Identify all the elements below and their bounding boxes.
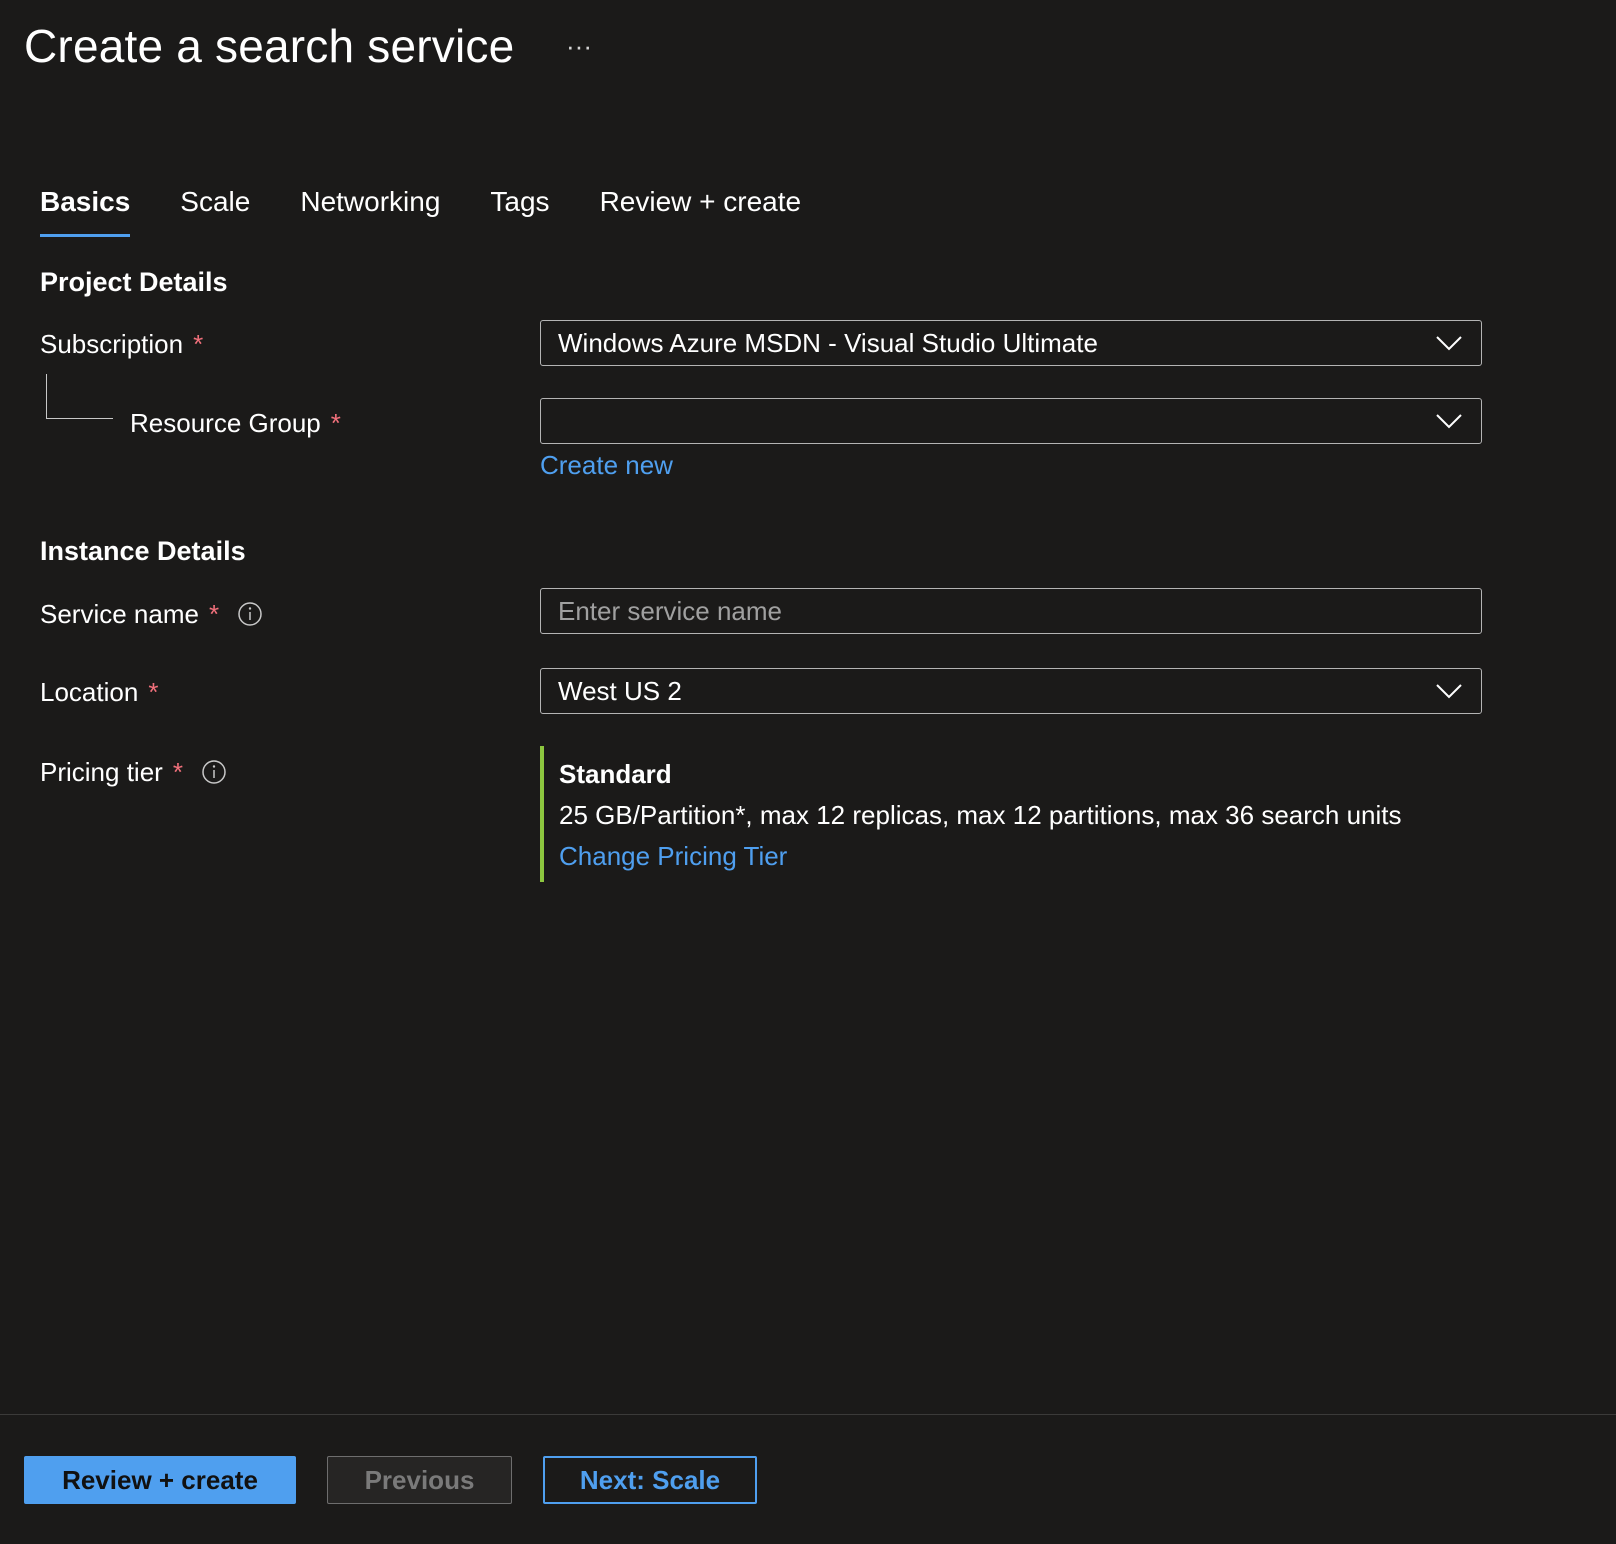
pricing-tier-description: 25 GB/Partition*, max 12 replicas, max 1… [559, 800, 1402, 830]
resource-group-dropdown[interactable] [540, 398, 1482, 444]
page-title: Create a search service [24, 20, 515, 72]
pricing-tier-name: Standard [559, 759, 672, 789]
chevron-down-icon [1436, 684, 1462, 699]
tab-tags[interactable]: Tags [490, 180, 549, 240]
create-new-resource-group-link[interactable]: Create new [540, 447, 673, 483]
service-name-label: Service name * [40, 596, 263, 632]
subscription-dropdown[interactable]: Windows Azure MSDN - Visual Studio Ultim… [540, 320, 1482, 366]
pricing-tier-label-text: Pricing tier [40, 757, 163, 787]
footer-divider [0, 1414, 1616, 1415]
more-options-icon[interactable]: ··· [566, 26, 592, 66]
subscription-label: Subscription * [40, 326, 203, 362]
previous-button[interactable]: Previous [327, 1456, 512, 1504]
tab-networking[interactable]: Networking [300, 180, 440, 240]
chevron-down-icon [1436, 414, 1462, 429]
info-icon[interactable] [201, 759, 227, 785]
project-details-heading: Project Details [40, 267, 228, 297]
tab-scale[interactable]: Scale [180, 180, 250, 240]
resource-group-label: Resource Group * [130, 405, 341, 441]
change-pricing-tier-link[interactable]: Change Pricing Tier [559, 838, 1402, 874]
review-create-button[interactable]: Review + create [24, 1456, 296, 1504]
required-marker: * [148, 677, 159, 707]
required-marker: * [330, 408, 341, 438]
subscription-label-text: Subscription [40, 329, 184, 359]
location-label: Location * [40, 674, 158, 710]
service-name-label-text: Service name [40, 599, 199, 629]
next-scale-button[interactable]: Next: Scale [543, 1456, 757, 1504]
required-marker: * [172, 757, 183, 787]
tree-connector [46, 374, 113, 419]
tab-review-create[interactable]: Review + create [600, 180, 802, 240]
service-name-input[interactable] [540, 588, 1482, 634]
required-marker: * [208, 599, 220, 629]
required-marker: * [193, 329, 204, 359]
location-label-text: Location [40, 677, 139, 707]
instance-details-heading: Instance Details [40, 536, 246, 566]
location-value: West US 2 [558, 675, 682, 706]
pricing-tier-summary: Standard 25 GB/Partition*, max 12 replic… [540, 746, 1402, 882]
tab-bar: Basics Scale Networking Tags Review + cr… [40, 180, 851, 240]
resource-group-label-text: Resource Group [130, 408, 321, 438]
info-icon[interactable] [237, 601, 263, 627]
chevron-down-icon [1436, 336, 1462, 351]
tab-basics[interactable]: Basics [40, 180, 131, 240]
location-dropdown[interactable]: West US 2 [540, 668, 1482, 714]
subscription-value: Windows Azure MSDN - Visual Studio Ultim… [558, 327, 1098, 358]
pricing-tier-label: Pricing tier * [40, 754, 227, 790]
